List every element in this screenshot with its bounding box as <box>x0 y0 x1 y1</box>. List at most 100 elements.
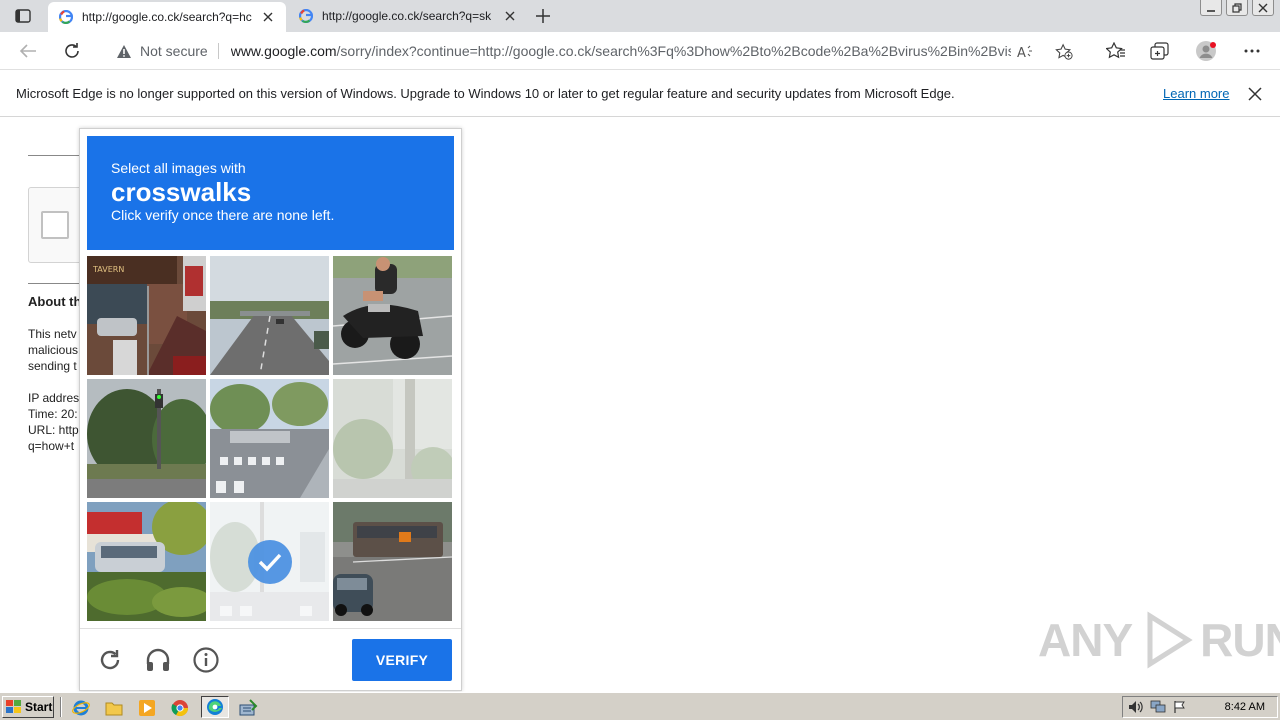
tab-actions-button[interactable] <box>8 5 38 27</box>
arrow-left-icon <box>19 44 36 58</box>
add-favorite-icon[interactable] <box>1055 43 1073 61</box>
windows-logo-icon <box>6 700 21 713</box>
tab-title: http://google.co.ck/search?q=sk <box>322 9 492 23</box>
info-icon <box>193 647 219 673</box>
minimize-button[interactable] <box>1200 0 1222 16</box>
back-button[interactable] <box>14 37 42 65</box>
svg-text:A: A <box>1017 46 1026 60</box>
media-player-launcher[interactable] <box>137 698 157 718</box>
read-aloud-icon[interactable]: A <box>1017 43 1035 61</box>
address-bar[interactable]: Not secure www.google.com/sorry/index?co… <box>102 36 1082 66</box>
chrome-launcher[interactable] <box>170 698 190 718</box>
tab-strip: http://google.co.ck/search?q=hc http://g… <box>0 0 1280 32</box>
ie-launcher[interactable] <box>71 698 91 718</box>
svg-text:TAVERN: TAVERN <box>92 265 124 274</box>
google-favicon-icon <box>298 8 314 24</box>
media-player-icon <box>139 700 155 716</box>
refresh-icon <box>65 43 79 58</box>
restore-button[interactable] <box>1226 0 1248 16</box>
collections-icon[interactable] <box>1149 40 1171 62</box>
detail-line: q=how+t <box>28 439 75 453</box>
close-icon <box>1258 3 1268 12</box>
close-window-button[interactable] <box>1252 0 1274 16</box>
selected-check-icon <box>247 539 292 584</box>
learn-more-link[interactable]: Learn more <box>1163 86 1229 101</box>
image-tile-5[interactable] <box>210 379 329 498</box>
play-logo-icon <box>1147 611 1193 669</box>
new-tab-button[interactable] <box>532 5 554 27</box>
image-tile-8[interactable] <box>210 502 329 621</box>
url-text: www.google.com/sorry/index?continue=http… <box>231 43 1011 59</box>
about-heading: About th <box>28 294 82 309</box>
verify-button[interactable]: VERIFY <box>352 639 452 681</box>
challenge-sub-instruction: Click verify once there are none left. <box>111 207 335 223</box>
volume-icon[interactable] <box>1127 698 1145 716</box>
google-favicon-icon <box>58 9 74 25</box>
detail-line: Time: 20: <box>28 407 78 421</box>
anyrun-watermark: ANY RUN <box>1038 610 1280 670</box>
favorites-icon[interactable] <box>1105 40 1127 62</box>
profile-icon <box>1196 41 1216 61</box>
refresh-button[interactable] <box>58 37 86 65</box>
image-tile-1[interactable]: TAVERN <box>87 256 206 375</box>
detail-line: URL: http <box>28 423 79 437</box>
image-tile-7[interactable] <box>87 502 206 621</box>
challenge-target: crosswalks <box>111 177 252 207</box>
system-tray: 8:42 AM <box>1122 696 1278 718</box>
settings-more-button[interactable] <box>1241 40 1263 62</box>
watermark-text-right: RUN <box>1200 614 1280 666</box>
tab-actions-icon <box>15 9 31 23</box>
image-tile-2[interactable] <box>210 256 329 375</box>
recaptcha-challenge: Select all images with crosswalks Click … <box>79 128 462 691</box>
tab-2[interactable]: http://google.co.ck/search?q=sk <box>288 0 528 32</box>
image-tile-3[interactable] <box>333 256 452 375</box>
browser-toolbar: Not secure www.google.com/sorry/index?co… <box>0 32 1280 70</box>
network-icon[interactable] <box>1149 698 1167 716</box>
help-button[interactable] <box>191 645 221 675</box>
image-tile-9[interactable] <box>333 502 452 621</box>
unsupported-os-infobar: Microsoft Edge is no longer supported on… <box>0 71 1280 117</box>
reload-icon <box>100 650 120 670</box>
windows-taskbar: Start 8:42 AM <box>0 692 1280 720</box>
image-grid: TAVERN <box>87 256 454 623</box>
start-button[interactable]: Start <box>2 696 54 718</box>
edge-icon <box>207 699 223 715</box>
security-indicator[interactable]: Not secure <box>116 43 219 59</box>
internet-explorer-icon <box>72 700 90 716</box>
image-tile-4[interactable] <box>87 379 206 498</box>
image-tile-6[interactable] <box>333 379 452 498</box>
infobar-message: Microsoft Edge is no longer supported on… <box>16 86 955 101</box>
tab-1[interactable]: http://google.co.ck/search?q=hc <box>48 2 286 32</box>
explorer-launcher[interactable] <box>104 698 124 718</box>
window-controls <box>1200 0 1274 16</box>
challenge-header: Select all images with crosswalks Click … <box>87 136 454 250</box>
challenge-footer: VERIFY <box>80 628 461 690</box>
tab-title: http://google.co.ck/search?q=hc <box>82 10 252 24</box>
taskbar-separator <box>60 697 62 717</box>
chrome-icon <box>171 700 189 717</box>
reload-challenge-button[interactable] <box>95 645 125 675</box>
edge-taskbar-button[interactable] <box>201 696 229 718</box>
infobar-close-icon[interactable] <box>1246 85 1264 103</box>
challenge-instruction: Select all images with <box>111 160 246 176</box>
watermark-text-left: ANY <box>1038 614 1133 666</box>
tab-close-icon[interactable] <box>502 8 518 24</box>
body-line: malicious <box>28 343 79 357</box>
minimize-icon <box>1207 9 1215 12</box>
recaptcha-checkbox[interactable] <box>41 211 69 239</box>
url-path: /sorry/index?continue=http://google.co.c… <box>336 43 1011 59</box>
profile-avatar[interactable] <box>1195 40 1217 62</box>
audio-challenge-button[interactable] <box>143 645 173 675</box>
headphones-icon <box>146 648 170 671</box>
more-dots-icon <box>1244 49 1260 53</box>
url-host: www.google.com <box>230 43 337 59</box>
taskbar-clock: 8:42 AM <box>1224 701 1265 713</box>
network-tool-icon <box>239 699 258 716</box>
tool-launcher[interactable] <box>238 698 258 718</box>
tab-close-icon[interactable] <box>260 9 276 25</box>
body-line: sending t <box>28 359 77 373</box>
detail-line: IP addres <box>28 391 80 405</box>
action-center-flag-icon[interactable] <box>1171 698 1189 716</box>
warning-icon <box>117 44 131 58</box>
plus-icon <box>536 9 550 23</box>
